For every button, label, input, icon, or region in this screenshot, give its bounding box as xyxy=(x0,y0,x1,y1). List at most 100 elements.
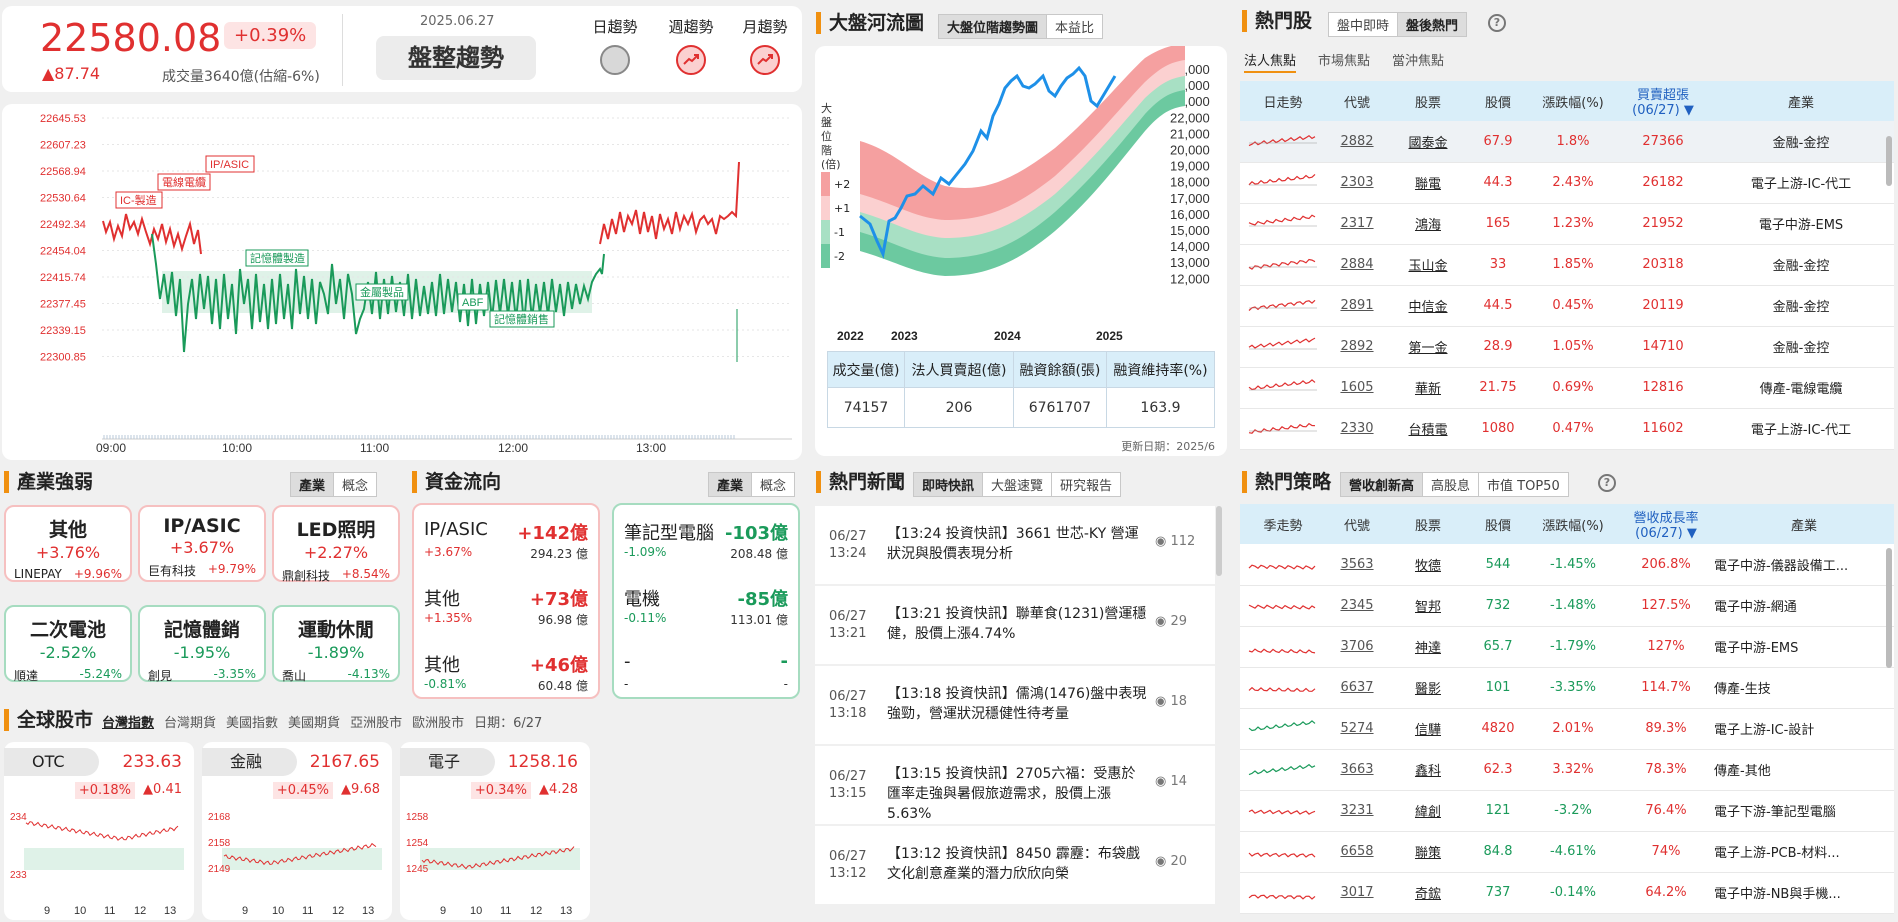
news-item[interactable]: 06/27 13:15 【13:15 投資快訊】2705六福：受惠於匯率走強與暑假旅… xyxy=(815,746,1215,824)
tab-industry[interactable]: 產業 xyxy=(709,473,753,496)
stock-code[interactable]: 3017 xyxy=(1326,872,1388,914)
col-change[interactable]: 漲跌幅(%) xyxy=(1528,81,1618,121)
news-title[interactable]: 【13:21 投資快訊】聯華食(1231)營運穩健，股價上漲4.74% xyxy=(887,604,1147,644)
subtab-inst[interactable]: 法人焦點 xyxy=(1244,50,1297,73)
help-icon[interactable]: ? xyxy=(1598,474,1616,492)
tab-market[interactable]: 大盤速覽 xyxy=(983,473,1053,496)
table-row[interactable]: 3017 奇鋐 737 -0.14% 64.2% 電子中游-NB與手機... xyxy=(1240,872,1894,914)
river-chart[interactable]: 25,00024,00023,00022,00021,00020,00019,0… xyxy=(815,46,1227,346)
tab-us-index[interactable]: 美國指數 xyxy=(226,712,278,731)
stock-code[interactable]: 1605 xyxy=(1326,367,1388,409)
tab-tw-futures[interactable]: 台灣期貨 xyxy=(164,712,216,731)
tab-afterhours[interactable]: 盤後熱門 xyxy=(1398,13,1467,36)
tab-top50[interactable]: 市值 TOP50 xyxy=(1479,473,1568,496)
help-icon[interactable]: ? xyxy=(1488,14,1506,32)
subtab-market[interactable]: 市場焦點 xyxy=(1318,50,1370,73)
news-title[interactable]: 【13:18 投資快訊】儒鴻(1476)盤中表現強勁，營運狀況穩健性待考量 xyxy=(887,684,1147,724)
stock-name[interactable]: 玉山金 xyxy=(1388,244,1468,286)
stock-name[interactable]: 華新 xyxy=(1388,367,1468,409)
stock-name[interactable]: 醫影 xyxy=(1388,667,1468,709)
tab-research[interactable]: 研究報告 xyxy=(1052,473,1120,496)
news-scrollbar[interactable] xyxy=(1216,506,1222,576)
tab-tw-index[interactable]: 台灣指數 xyxy=(102,712,154,731)
industry-card[interactable]: 記憶體銷 -1.95% 創見 -3.35% xyxy=(138,605,266,683)
stock-code[interactable]: 2303 xyxy=(1326,162,1388,204)
stock-name[interactable]: 鴻海 xyxy=(1388,203,1468,245)
fund-flow-item[interactable]: - - - - xyxy=(624,647,788,707)
tab-us-futures[interactable]: 美國期貨 xyxy=(288,712,340,731)
col-name[interactable]: 股票 xyxy=(1388,81,1468,121)
stock-name[interactable]: 台積電 xyxy=(1388,408,1468,450)
table-row[interactable]: 5274 信驊 4820 2.01% 89.3% 電子上游-IC-設計 xyxy=(1240,708,1894,750)
table-row[interactable]: 2892 第一金 28.9 1.05% 14710 金融-金控 xyxy=(1240,326,1894,368)
fund-flow-item[interactable]: 其他 +73億 +1.35% 96.98 億 xyxy=(424,581,588,641)
tab-level-trend[interactable]: 大盤位階趨勢圖 xyxy=(939,15,1048,38)
table-row[interactable]: 2303 聯電 44.3 2.43% 26182 電子上游-IC-代工 xyxy=(1240,162,1894,204)
table-row[interactable]: 2317 鴻海 165 1.23% 21952 電子中游-EMS xyxy=(1240,203,1894,245)
stock-name[interactable]: 神達 xyxy=(1388,626,1468,668)
stock-code[interactable]: 2317 xyxy=(1326,203,1388,245)
table-row[interactable]: 2330 台積電 1080 0.47% 11602 電子上游-IC-代工 xyxy=(1240,408,1894,450)
intraday-chart[interactable]: 22645.53 22607.23 22568.94 22530.64 22492.34… xyxy=(2,104,802,460)
trend-weekly[interactable]: 週趨勢 xyxy=(658,16,724,75)
trend-daily[interactable]: 日趨勢 xyxy=(582,16,648,75)
stock-name[interactable]: 緯創 xyxy=(1388,790,1468,832)
stock-code[interactable]: 2330 xyxy=(1326,408,1388,450)
stock-code[interactable]: 2345 xyxy=(1326,585,1388,627)
stock-name[interactable]: 信驊 xyxy=(1388,708,1468,750)
market-index-card[interactable]: 電子 1258.16 +0.34% ▲4.28 1258 1254 1245 9 10 11 12 1… xyxy=(400,742,590,920)
news-item[interactable]: 06/27 13:24 【13:24 投資快訊】3661 世芯-KY 營運狀況與股價… xyxy=(815,506,1215,584)
stock-code[interactable]: 2884 xyxy=(1326,244,1388,286)
news-item[interactable]: 06/27 13:18 【13:18 投資快訊】儒鴻(1476)盤中表現強勁，營運狀… xyxy=(815,666,1215,744)
industry-card[interactable]: 其他 +3.76% LINEPAY +9.96% xyxy=(4,505,132,582)
subtab-daytrade[interactable]: 當沖焦點 xyxy=(1392,50,1444,73)
col-growth[interactable]: 營收成長率 (06/27) ▼ xyxy=(1618,504,1714,544)
col-change[interactable]: 漲跌幅(%) xyxy=(1528,504,1618,544)
trend-monthly[interactable]: 月趨勢 xyxy=(732,16,798,75)
news-title[interactable]: 【13:12 投資快訊】8450 霹靂：布袋戲文化創意產業的潛力欣欣向榮 xyxy=(887,844,1147,884)
stock-name[interactable]: 第一金 xyxy=(1388,326,1468,368)
fund-flow-item[interactable]: IP/ASIC +142億 +3.67% 294.23 億 xyxy=(424,515,588,575)
stock-code[interactable]: 3231 xyxy=(1326,790,1388,832)
fund-flow-item[interactable]: 筆記型電腦 -103億 -1.09% 208.48 億 xyxy=(624,515,788,575)
tab-concept[interactable]: 概念 xyxy=(334,473,376,496)
stock-code[interactable]: 2892 xyxy=(1326,326,1388,368)
table-row[interactable]: 3231 緯創 121 -3.2% 76.4% 電子下游-筆記型電腦 xyxy=(1240,790,1894,832)
col-name[interactable]: 股票 xyxy=(1388,504,1468,544)
stock-code[interactable]: 3563 xyxy=(1326,544,1388,586)
market-index-card[interactable]: 金融 2167.65 +0.45% ▲9.68 2168 2158 2149 9 10 11 12 1… xyxy=(202,742,392,920)
stock-name[interactable]: 智邦 xyxy=(1388,585,1468,627)
table-row[interactable]: 1605 華新 21.75 0.69% 12816 傳產-電線電纜 xyxy=(1240,367,1894,409)
col-price[interactable]: 股價 xyxy=(1468,504,1528,544)
table-row[interactable]: 6637 醫影 101 -3.35% 114.7% 傳產-生技 xyxy=(1240,667,1894,709)
col-code[interactable]: 代號 xyxy=(1326,81,1388,121)
news-item[interactable]: 06/27 13:12 【13:12 投資快訊】8450 霹靂：布袋戲文化創意產業的… xyxy=(815,826,1215,904)
col-price[interactable]: 股價 xyxy=(1468,81,1528,121)
stock-name[interactable]: 奇鋐 xyxy=(1388,872,1468,914)
stock-name[interactable]: 牧德 xyxy=(1388,544,1468,586)
table-row[interactable]: 3706 神達 65.7 -1.79% 127% 電子中游-EMS xyxy=(1240,626,1894,668)
stock-code[interactable]: 6658 xyxy=(1326,831,1388,873)
fund-flow-item[interactable]: 其他 +46億 -0.81% 60.48 億 xyxy=(424,647,588,707)
table-row[interactable]: 2891 中信金 44.5 0.45% 20119 金融-金控 xyxy=(1240,285,1894,327)
table-row[interactable]: 3563 牧德 544 -1.45% 206.8% 電子中游-儀器設備工... xyxy=(1240,544,1894,586)
industry-card[interactable]: LED照明 +2.27% 鼎創科技 +8.54% xyxy=(272,505,400,583)
tab-industry[interactable]: 產業 xyxy=(291,473,335,496)
tab-europe[interactable]: 歐洲股市 xyxy=(412,712,464,731)
col-code[interactable]: 代號 xyxy=(1326,504,1388,544)
tab-pe[interactable]: 本益比 xyxy=(1047,15,1102,38)
tab-revenue-high[interactable]: 營收創新高 xyxy=(1341,473,1424,496)
tab-intraday[interactable]: 盤中即時 xyxy=(1329,13,1399,36)
stock-name[interactable]: 國泰金 xyxy=(1388,121,1468,163)
fund-flow-item[interactable]: 電機 -85億 -0.11% 113.01 億 xyxy=(624,581,788,641)
stock-name[interactable]: 鑫科 xyxy=(1388,749,1468,791)
hot-scrollbar[interactable] xyxy=(1886,136,1892,186)
table-row[interactable]: 3663 鑫科 62.3 3.32% 78.3% 傳產-其他 xyxy=(1240,749,1894,791)
stock-name[interactable]: 聯電 xyxy=(1388,162,1468,204)
news-title[interactable]: 【13:15 投資快訊】2705六福：受惠於匯率走強與暑假旅遊需求，股價上漲5.… xyxy=(887,764,1147,824)
table-row[interactable]: 2882 國泰金 67.9 1.8% 27366 金融-金控 xyxy=(1240,121,1894,163)
stock-name[interactable]: 中信金 xyxy=(1388,285,1468,327)
table-row[interactable]: 2884 玉山金 33 1.85% 20318 金融-金控 xyxy=(1240,244,1894,286)
tab-realtime[interactable]: 即時快訊 xyxy=(914,473,984,496)
stock-code[interactable]: 2891 xyxy=(1326,285,1388,327)
